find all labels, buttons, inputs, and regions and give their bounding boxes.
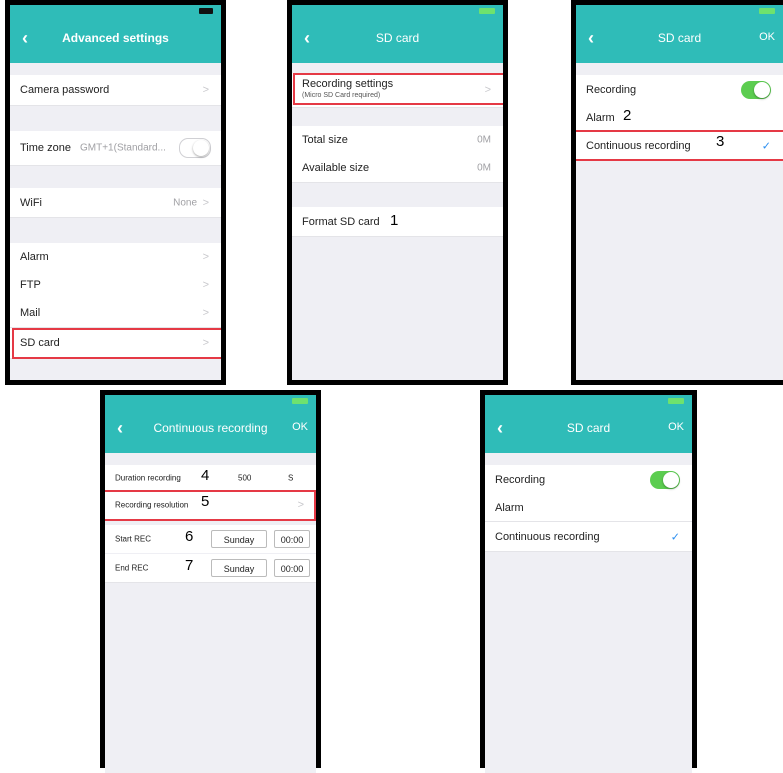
top-bar: ‹ Continuous recording OK	[105, 395, 316, 453]
end-time-field[interactable]: 00:00	[274, 559, 310, 577]
step-number-4: 4	[201, 467, 210, 484]
row-label: Duration recording	[115, 473, 181, 483]
phone-sd-card-select: ‹ SD card OK Recording Alarm 2 Continuou…	[571, 0, 783, 385]
row-label: Time zone	[20, 142, 71, 154]
phone-continuous-recording: ‹ Continuous recording OK Duration recor…	[100, 390, 321, 773]
page-title: SD card	[375, 31, 420, 45]
chevron-right-icon: >	[202, 251, 209, 263]
start-time-field[interactable]: 00:00	[274, 530, 310, 548]
start-day-select[interactable]: Sunday	[211, 530, 267, 548]
row-label: FTP	[20, 279, 41, 291]
row-ftp[interactable]: FTP >	[10, 271, 221, 300]
total-size-value: 0M	[477, 134, 491, 146]
row-end-rec: End REC Sunday 00:00	[105, 554, 316, 583]
row-alarm[interactable]: Alarm	[576, 105, 783, 131]
phone-advanced-settings: ‹ Advanced settings Camera password > Ti…	[5, 0, 226, 385]
row-label: Total size	[302, 134, 348, 146]
top-bar: ‹ Advanced settings	[10, 5, 221, 63]
battery-icon	[479, 8, 495, 14]
toggle-knob	[754, 82, 770, 98]
row-total-size: Total size 0M	[292, 126, 503, 155]
highlight-box	[105, 490, 316, 521]
step-number-1: 1	[390, 212, 399, 229]
page-title: Advanced settings	[62, 31, 169, 45]
row-alarm[interactable]: Alarm >	[10, 243, 221, 272]
page-title: SD card	[566, 421, 611, 435]
toggle-knob	[193, 140, 209, 156]
ok-button[interactable]: OK	[668, 421, 684, 433]
chevron-right-icon: >	[202, 84, 209, 96]
row-time-zone[interactable]: Time zone GMT+1(Standard...	[10, 131, 221, 166]
row-continuous-recording[interactable]: Continuous recording ✓	[485, 522, 692, 552]
checkmark-icon: ✓	[670, 531, 680, 543]
page-title: SD card	[657, 31, 702, 45]
highlight-box	[293, 73, 503, 105]
page-title: Continuous recording	[153, 421, 268, 435]
top-bar: ‹ SD card OK	[485, 395, 692, 453]
row-label: Alarm	[586, 112, 615, 124]
row-wifi[interactable]: WiFi None >	[10, 188, 221, 218]
row-mail[interactable]: Mail >	[10, 299, 221, 328]
screen-continuous-recording: ‹ Continuous recording OK Duration recor…	[105, 395, 316, 773]
row-start-rec: Start REC Sunday 00:00	[105, 525, 316, 553]
row-alarm[interactable]: Alarm	[485, 495, 692, 522]
highlight-box	[12, 328, 221, 359]
row-label: End REC	[115, 563, 149, 573]
row-camera-password[interactable]: Camera password >	[10, 75, 221, 106]
row-label: Recording	[495, 474, 546, 486]
screen-sd-card: ‹ SD card Recording settings (Micro SD C…	[292, 5, 503, 380]
time-zone-value: GMT+1(Standard...	[80, 142, 166, 154]
row-label: Camera password	[20, 84, 110, 96]
step-number-7: 7	[185, 557, 194, 574]
battery-icon	[292, 398, 308, 404]
end-day-select[interactable]: Sunday	[211, 559, 267, 577]
duration-value[interactable]: 500	[238, 474, 251, 483]
available-size-value: 0M	[477, 162, 491, 174]
recording-toggle[interactable]	[650, 471, 680, 489]
row-recording[interactable]: Recording	[485, 465, 692, 495]
screen-sd-card-select: ‹ SD card OK Recording Alarm 2 Continuou…	[576, 5, 783, 380]
ok-button[interactable]: OK	[759, 31, 775, 43]
wifi-value: None	[173, 197, 197, 208]
row-recording[interactable]: Recording	[576, 75, 783, 105]
row-label: Available size	[302, 162, 370, 174]
phone-sd-card: ‹ SD card Recording settings (Micro SD C…	[287, 0, 508, 385]
phone-sd-card-final: ‹ SD card OK Recording Alarm Continuous …	[480, 390, 697, 773]
recording-toggle[interactable]	[741, 81, 771, 99]
step-number-6: 6	[185, 528, 194, 545]
chevron-right-icon: >	[202, 279, 209, 291]
top-bar: ‹ SD card	[292, 5, 503, 63]
row-label: Alarm	[20, 251, 49, 263]
battery-icon	[668, 398, 684, 404]
battery-icon	[759, 8, 775, 14]
top-bar: ‹ SD card OK	[576, 5, 783, 63]
row-duration-recording[interactable]: Duration recording 500 S	[105, 465, 316, 492]
duration-unit: S	[288, 473, 294, 483]
row-label: Recording	[586, 84, 637, 96]
row-label: Mail	[20, 307, 41, 319]
time-zone-toggle[interactable]	[179, 138, 211, 158]
toggle-knob	[663, 472, 679, 488]
row-label: Alarm	[495, 502, 524, 514]
row-label: Format SD card	[302, 215, 380, 228]
step-number-2: 2	[623, 107, 632, 124]
row-label: Start REC	[115, 534, 152, 544]
screen-advanced-settings: ‹ Advanced settings Camera password > Ti…	[10, 5, 221, 380]
screen-sd-card-final: ‹ SD card OK Recording Alarm Continuous …	[485, 395, 692, 773]
highlight-box	[576, 130, 783, 161]
row-label: WiFi	[20, 196, 42, 209]
ok-button[interactable]: OK	[292, 421, 308, 433]
chevron-right-icon: >	[202, 307, 209, 319]
row-available-size: Available size 0M	[292, 154, 503, 183]
battery-icon	[199, 8, 213, 14]
row-label: Continuous recording	[495, 530, 600, 543]
chevron-right-icon: >	[202, 196, 209, 209]
